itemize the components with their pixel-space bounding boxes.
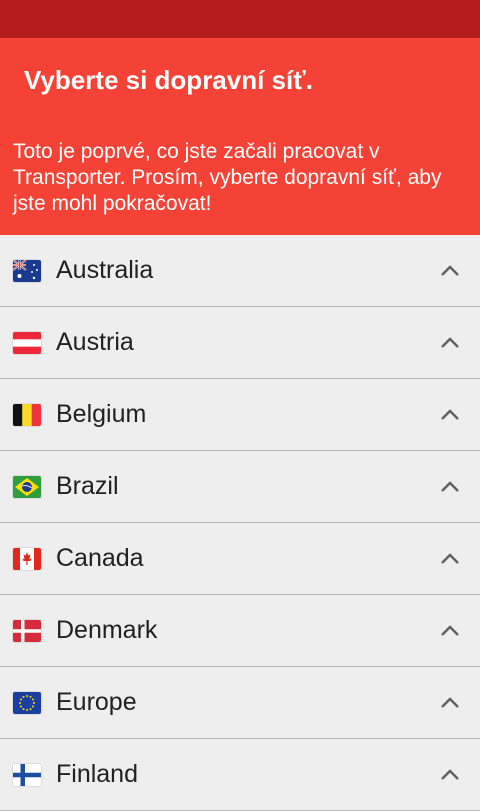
flag-denmark-icon	[13, 619, 41, 642]
list-item-label: Australia	[56, 256, 154, 284]
list-item-label: Europe	[56, 688, 137, 716]
page-title: Vyberte si dopravní síť.	[24, 65, 313, 95]
list-item-label: Canada	[56, 544, 144, 572]
chevron-up-icon[interactable]	[440, 407, 460, 421]
chevron-up-icon[interactable]	[440, 695, 460, 709]
chevron-up-icon[interactable]	[440, 335, 460, 349]
list-item[interactable]: Denmark	[0, 595, 480, 667]
status-bar	[0, 0, 480, 38]
chevron-up-icon[interactable]	[440, 263, 460, 277]
flag-brazil-icon	[13, 475, 41, 498]
list-item[interactable]: Brazil	[0, 451, 480, 523]
list-item-label: Finland	[56, 760, 138, 788]
flag-europe-icon	[13, 691, 41, 714]
flag-belgium-icon	[13, 403, 41, 426]
header: Vyberte si dopravní síť. Toto je poprvé,…	[0, 38, 480, 235]
chevron-up-icon[interactable]	[440, 479, 460, 493]
list-item[interactable]: Australia	[0, 235, 480, 307]
network-list: Australia Austria Belgium Brazil Canada …	[0, 235, 480, 811]
flag-austria-icon	[13, 331, 41, 354]
list-item-label: Austria	[56, 328, 134, 356]
flag-canada-icon	[13, 547, 41, 570]
list-item[interactable]: Canada	[0, 523, 480, 595]
header-description: Toto je poprvé, co jste začali pracovat …	[13, 140, 442, 215]
chevron-up-icon[interactable]	[440, 623, 460, 637]
flag-finland-icon	[13, 763, 41, 786]
flag-australia-icon	[13, 259, 41, 282]
list-item[interactable]: Finland	[0, 739, 480, 811]
list-item-label: Brazil	[56, 472, 119, 500]
list-item-label: Denmark	[56, 616, 158, 644]
list-item[interactable]: Europe	[0, 667, 480, 739]
chevron-up-icon[interactable]	[440, 551, 460, 565]
list-item-label: Belgium	[56, 400, 147, 428]
list-item[interactable]: Austria	[0, 307, 480, 379]
list-item[interactable]: Belgium	[0, 379, 480, 451]
chevron-up-icon[interactable]	[440, 767, 460, 781]
